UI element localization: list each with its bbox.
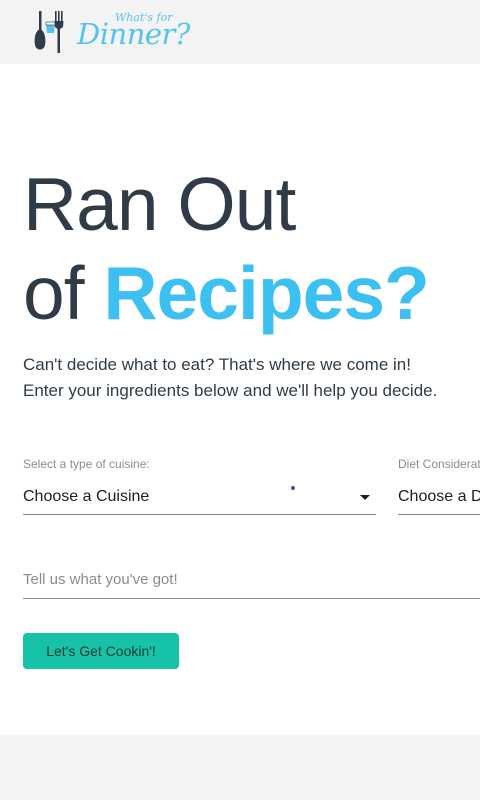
brand-logo[interactable]: What's for Dinner? (33, 9, 193, 57)
brand-name: Dinner? (77, 17, 190, 51)
site-header: What's for Dinner? (0, 0, 480, 64)
diet-label: Diet Considerations (398, 457, 480, 471)
ingredients-input[interactable] (23, 560, 480, 599)
headline-accent: Recipes? (103, 251, 429, 335)
diet-select[interactable]: Choose a Diet (398, 484, 480, 515)
cuisine-label: Select a type of cuisine: (23, 457, 150, 471)
diet-selected-value: Choose a Diet (398, 488, 480, 505)
hero-section: Ran Out of Recipes? Can't decide what to… (0, 64, 480, 735)
cuisine-select[interactable]: Choose a Cuisine (23, 484, 376, 515)
subtitle-line-1: Can't decide what to eat? That's where w… (23, 355, 411, 374)
headline-line-2-prefix: of (23, 251, 104, 335)
cuisine-selected-value: Choose a Cuisine (23, 488, 150, 505)
dropdown-arrow-icon (360, 495, 370, 500)
lets-get-cookin-button[interactable]: Let's Get Cookin'! (23, 633, 179, 669)
page-title: Ran Out of Recipes? (23, 160, 430, 338)
hero-subtitle: Can't decide what to eat? That's where w… (23, 352, 480, 404)
spoon-fork-icon (34, 11, 64, 53)
focus-ripple-dot (291, 486, 295, 490)
subtitle-line-2: Enter your ingredients below and we'll h… (23, 381, 438, 400)
headline-line-1: Ran Out (23, 162, 296, 246)
